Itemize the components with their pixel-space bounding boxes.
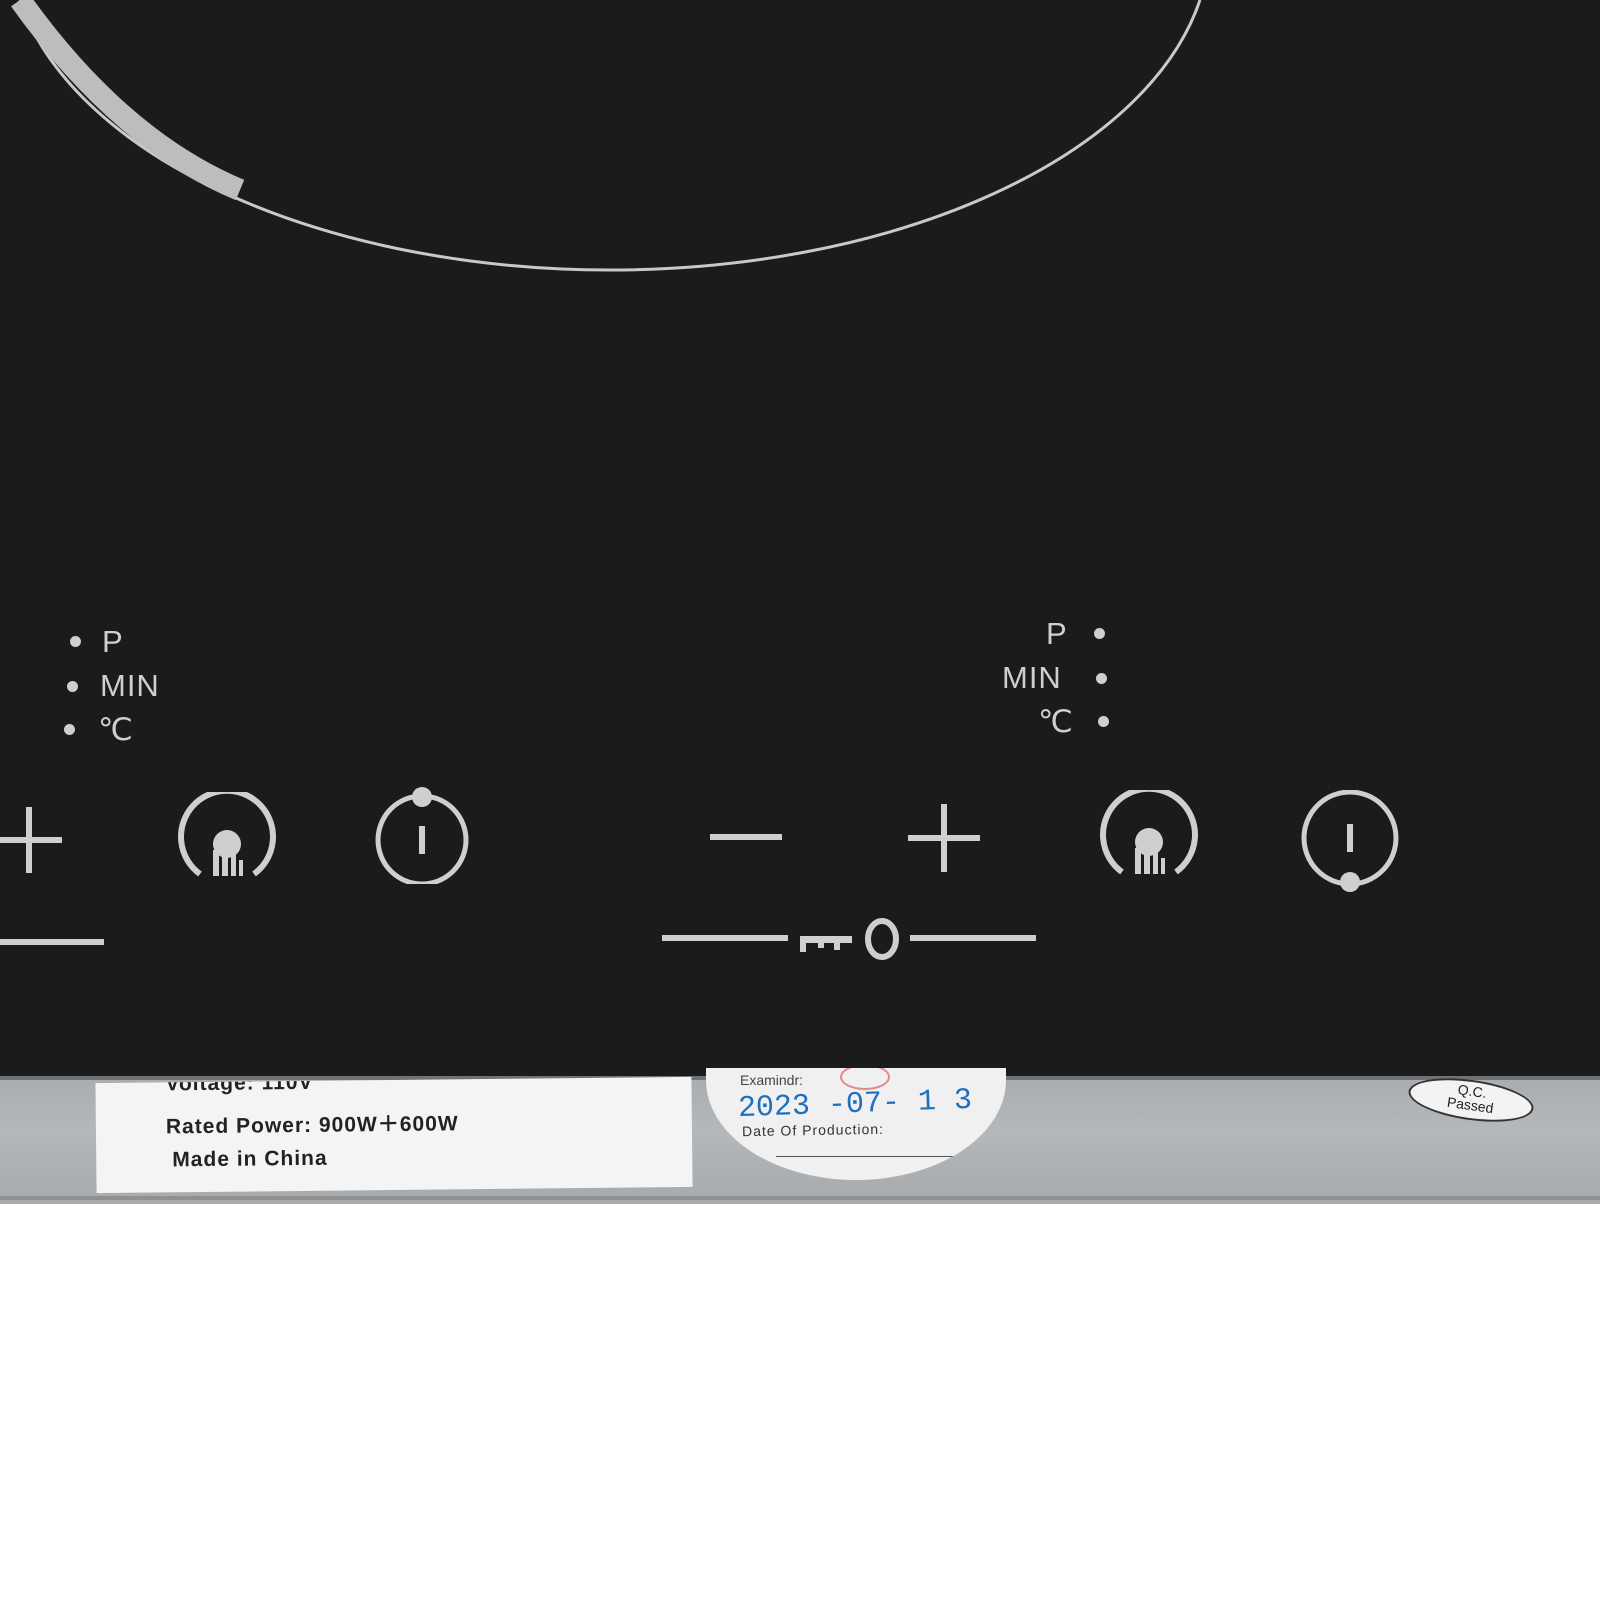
- indicator-label-min-a: MIN: [100, 668, 160, 703]
- zone-ring-thick-segment: [11, 0, 245, 201]
- production-date-caption: Date Of Production:: [741, 1120, 885, 1140]
- indicator-label-temp-b: ℃: [1038, 704, 1074, 739]
- production-date: 2023 -07- 1 3: [737, 1083, 973, 1127]
- indicator-dot-min-b: [1096, 673, 1107, 684]
- zone-a-bar: [0, 939, 104, 945]
- zone-a-boost-icon[interactable]: [172, 792, 282, 892]
- zone-b-minus-icon[interactable]: [706, 822, 786, 852]
- key-lock-icon[interactable]: [660, 914, 1040, 964]
- indicator-dot-temp-b: [1098, 716, 1109, 727]
- frame-edge: [0, 1196, 1600, 1200]
- zone-a-plus-icon[interactable]: [0, 802, 72, 882]
- made-in-text: Made in China: [172, 1146, 328, 1172]
- indicator-label-min-b: MIN: [1002, 660, 1062, 695]
- indicator-label-p-a: P: [102, 624, 124, 659]
- indicator-dot-min-a: [67, 681, 78, 692]
- zone-ring-arc: [18, 0, 1202, 272]
- indicator-dot-p-a: [70, 636, 81, 647]
- seal-rule: [776, 1156, 956, 1157]
- zone-a-power-icon[interactable]: [372, 784, 472, 884]
- rating-label: Voltage: 110V Rated Power: 900W＋600W Mad…: [95, 1076, 693, 1194]
- zone-b-plus-icon[interactable]: [904, 800, 984, 880]
- zone-b-boost-icon[interactable]: [1094, 790, 1204, 890]
- indicator-label-temp-a: ℃: [98, 712, 134, 747]
- indicator-label-p-b: P: [1046, 616, 1068, 651]
- indicator-dot-p-b: [1094, 628, 1105, 639]
- zone-b-power-icon[interactable]: [1298, 790, 1402, 894]
- rated-power-text: Rated Power: 900W＋600W: [165, 1112, 459, 1139]
- examiner-text: Examindr:: [740, 1072, 804, 1088]
- indicator-dot-temp-a: [64, 724, 75, 735]
